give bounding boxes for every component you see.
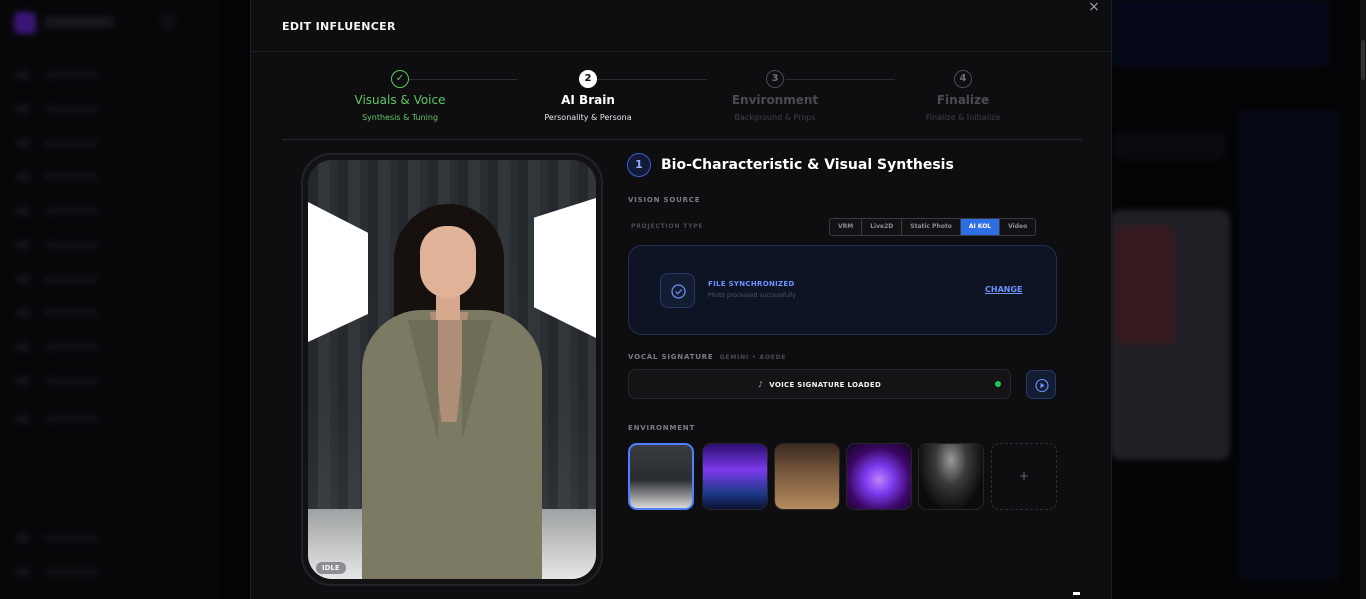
step-number: 3	[766, 70, 784, 88]
music-note-icon: ♪	[757, 380, 764, 389]
vocal-signature-label: VOCAL SIGNATURE GEMINI • AOEDE	[628, 353, 786, 361]
edit-influencer-modal: EDIT INFLUENCER × ✓ Visuals & Voice Synt…	[250, 0, 1112, 599]
step-subtitle: Finalize & Initialize	[925, 113, 1001, 122]
page-scrollbar[interactable]	[1360, 0, 1366, 599]
section-title: Bio-Characteristic & Visual Synthesis	[661, 157, 954, 173]
step-number: 4	[954, 70, 972, 88]
projection-option-vrm[interactable]: VRM	[830, 219, 863, 235]
projection-type-label: PROJECTION TYPE	[631, 223, 704, 230]
vision-source-label: VISION SOURCE	[628, 196, 701, 204]
file-upload-card: FILE SYNCHRONIZED Photo processed succes…	[628, 245, 1057, 335]
file-status-title: FILE SYNCHRONIZED	[708, 280, 795, 288]
check-icon: ✓	[391, 70, 409, 88]
environment-thumb-studio[interactable]	[628, 443, 694, 510]
section-number: 1	[627, 153, 651, 177]
voice-status-text: VOICE SIGNATURE LOADED	[769, 381, 882, 389]
play-icon	[1035, 378, 1049, 393]
projection-option-ai-kol[interactable]: AI KOL	[960, 219, 1001, 235]
add-environment-button[interactable]: +	[991, 443, 1057, 510]
step-subtitle: Background & Props	[734, 113, 816, 122]
step-title: Environment	[731, 93, 819, 107]
close-icon[interactable]: ×	[1087, 0, 1101, 14]
step-subtitle: Personality & Persona	[544, 113, 632, 122]
mouse-cursor	[1073, 592, 1080, 595]
step-title: Finalize	[936, 93, 990, 107]
environment-thumb-neon-tunnel[interactable]	[846, 443, 912, 510]
voice-engine-name: GEMINI • AOEDE	[719, 354, 787, 361]
header-divider	[251, 51, 1111, 52]
step-subtitle: Synthesis & Tuning	[361, 113, 439, 122]
step-title: Visuals & Voice	[354, 93, 446, 107]
environment-thumb-desert-room[interactable]	[774, 443, 840, 510]
voice-signature-bar[interactable]: ♪ VOICE SIGNATURE LOADED	[628, 369, 1011, 399]
projection-type-selector: VRM Live2D Static Photo AI KOL Video	[829, 218, 1037, 236]
file-status-subtitle: Photo processed successfully	[708, 292, 796, 299]
environment-label: ENVIRONMENT	[628, 424, 696, 432]
step-visuals-voice[interactable]: ✓ Visuals & Voice Synthesis & Tuning	[310, 70, 490, 122]
projection-option-video[interactable]: Video	[1000, 219, 1036, 235]
avatar-preview-phone: IDLE	[301, 153, 603, 586]
step-number: 2	[579, 70, 597, 88]
modal-title: EDIT INFLUENCER	[282, 20, 396, 33]
environment-thumb-neon-stage[interactable]	[702, 443, 768, 510]
step-environment[interactable]: 3 Environment Background & Props	[685, 70, 865, 122]
projection-option-static-photo[interactable]: Static Photo	[902, 219, 961, 235]
step-ai-brain[interactable]: 2 AI Brain Personality & Persona	[498, 70, 678, 122]
step-finalize[interactable]: 4 Finalize Finalize & Initialize	[873, 70, 1053, 122]
avatar-preview-image: IDLE	[308, 160, 596, 579]
change-file-link[interactable]: CHANGE	[985, 285, 1022, 294]
environment-thumb-spotlight[interactable]	[918, 443, 984, 510]
projection-option-live2d[interactable]: Live2D	[862, 219, 903, 235]
vocal-signature-title: VOCAL SIGNATURE	[628, 353, 714, 361]
status-dot	[995, 381, 1001, 387]
status-badge: IDLE	[316, 562, 346, 574]
play-voice-button[interactable]	[1026, 370, 1056, 399]
check-circle-icon	[660, 273, 695, 308]
wizard-stepper: ✓ Visuals & Voice Synthesis & Tuning 2 A…	[282, 60, 1082, 140]
step-title: AI Brain	[561, 93, 615, 107]
